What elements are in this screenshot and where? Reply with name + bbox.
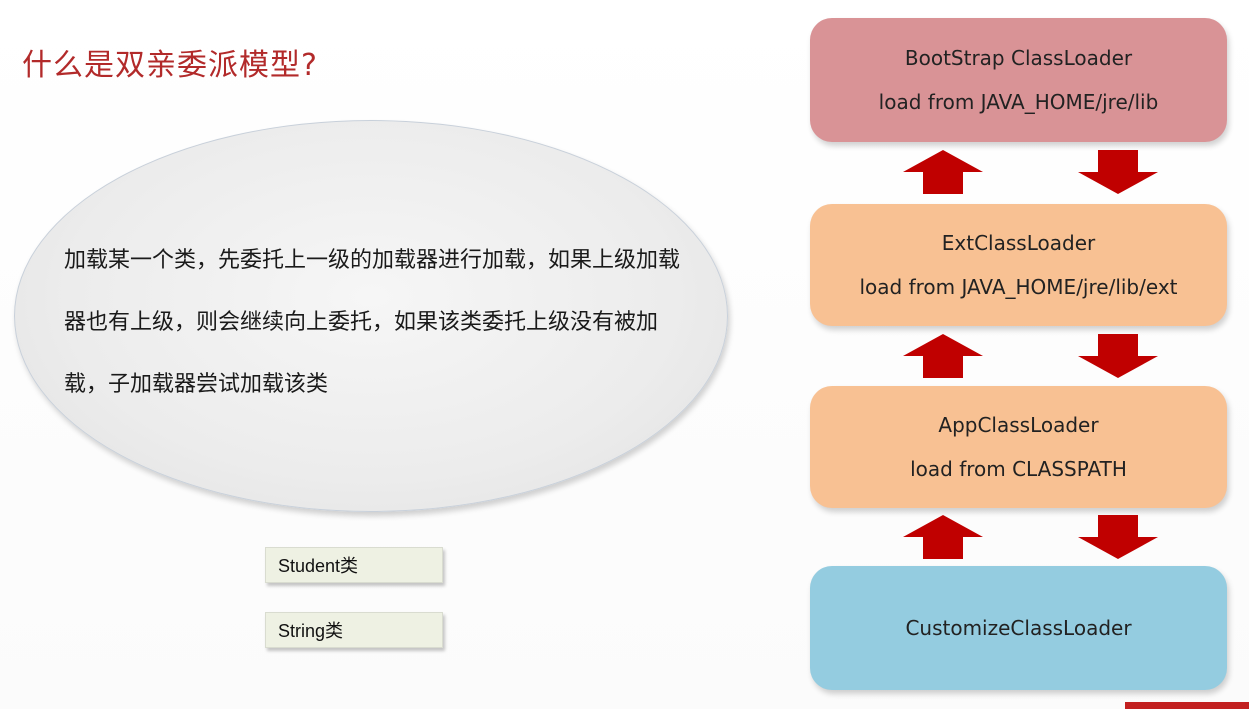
customize-classloader-box: CustomizeClassLoader [810,566,1227,690]
down-arrow-icon [1078,515,1158,559]
bootstrap-classloader-path: load from JAVA_HOME/jre/lib [878,90,1159,114]
student-class-tag: Student类 [265,547,443,583]
customize-classloader-name: CustomizeClassLoader [905,616,1132,640]
up-arrow-icon [903,150,983,194]
up-arrow-icon [903,515,983,559]
ext-classloader-path: load from JAVA_HOME/jre/lib/ext [859,275,1178,299]
description-text: 加载某一个类，先委托上一级的加载器进行加载，如果上级加载器也有上级，则会继续向上… [64,248,681,397]
bootstrap-classloader-box: BootStrap ClassLoader load from JAVA_HOM… [810,18,1227,142]
app-classloader-box: AppClassLoader load from CLASSPATH [810,386,1227,508]
bootstrap-classloader-name: BootStrap ClassLoader [904,46,1133,70]
down-arrow-icon [1078,150,1158,194]
ext-classloader-box: ExtClassLoader load from JAVA_HOME/jre/l… [810,204,1227,326]
app-classloader-path: load from CLASSPATH [910,457,1127,481]
slide-title: 什么是双亲委派模型? [22,48,318,83]
app-classloader-name: AppClassLoader [938,413,1099,437]
down-arrow-icon [1078,334,1158,378]
up-arrow-icon [903,334,983,378]
ext-classloader-name: ExtClassLoader [941,231,1096,255]
string-class-tag: String类 [265,612,443,648]
slide: 什么是双亲委派模型? 加载某一个类，先委托上一级的加载器进行加载，如果上级加载器… [0,0,1249,709]
corner-logo-strip [1125,702,1249,709]
